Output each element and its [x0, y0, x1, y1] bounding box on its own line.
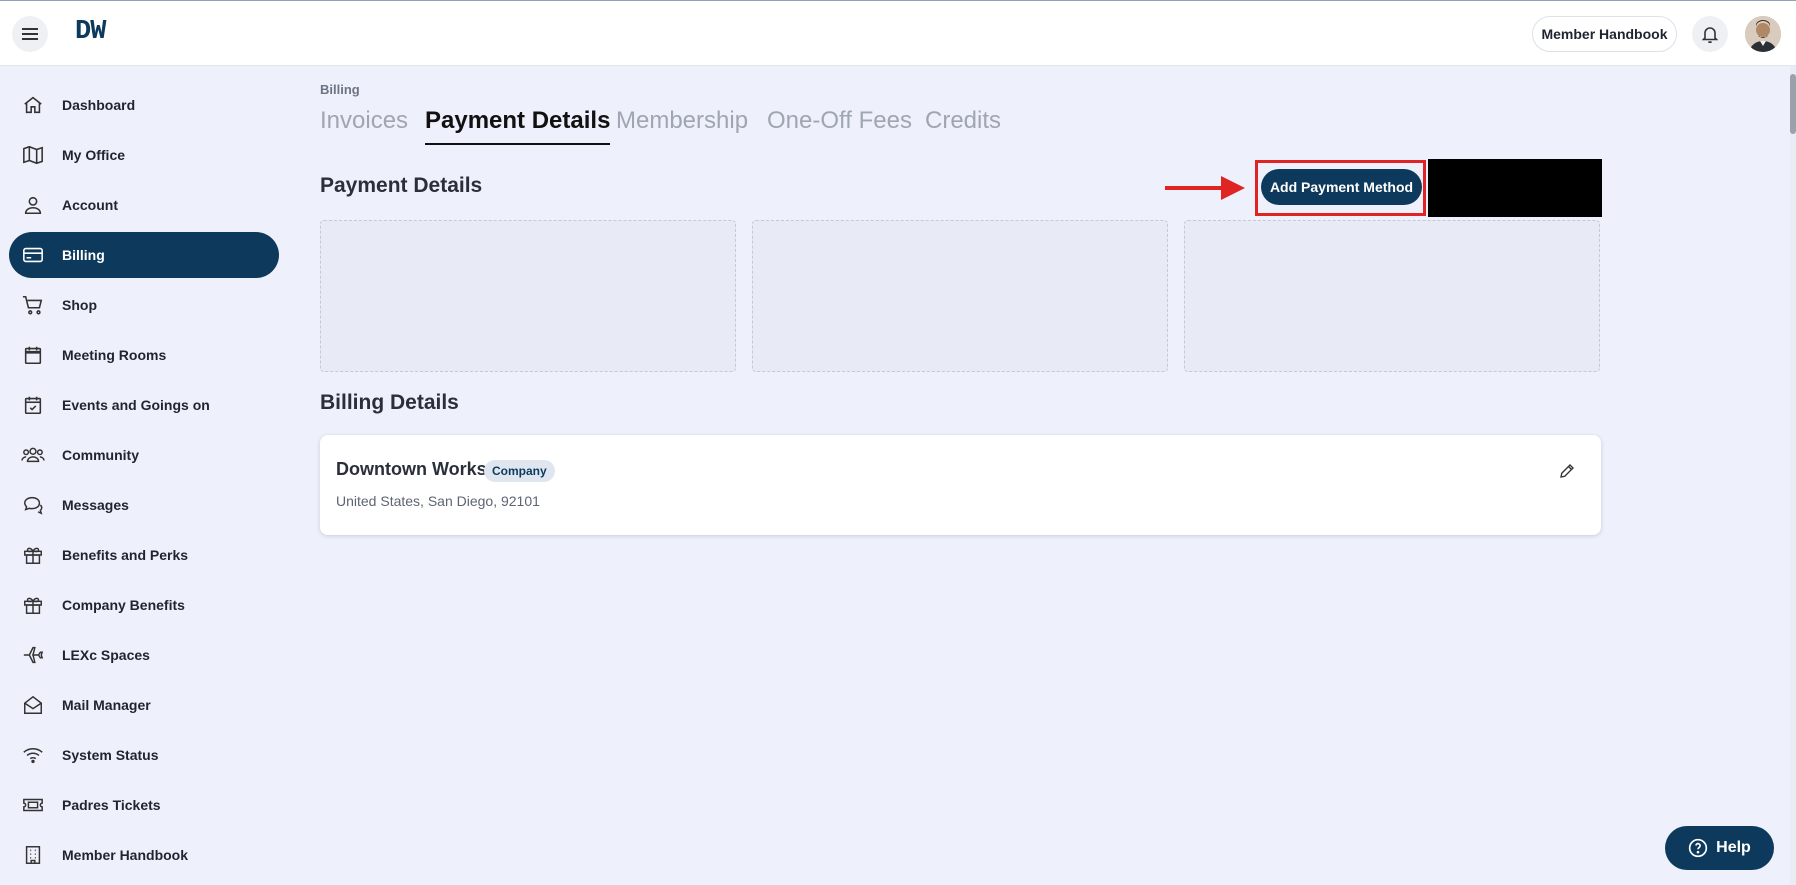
billing-details-card: Downtown Works Company United States, Sa… [320, 435, 1601, 535]
home-icon [21, 93, 45, 117]
gift-icon [21, 593, 45, 617]
page-scrollbar[interactable] [1790, 66, 1796, 885]
payment-method-placeholder [1184, 220, 1600, 372]
company-name: Downtown Works [336, 459, 487, 479]
sidebar-item-messages[interactable]: Messages [9, 482, 279, 528]
chat-icon [21, 493, 45, 517]
logo[interactable]: DW [75, 17, 106, 47]
sidebar-item-events[interactable]: Events and Goings on [9, 382, 279, 428]
tab-payment-details[interactable]: Payment Details [425, 105, 611, 145]
sidebar-item-label: Company Benefits [62, 597, 185, 613]
bell-icon [1702, 27, 1718, 43]
payment-method-placeholder [320, 220, 736, 372]
hamburger-menu-button[interactable] [12, 16, 48, 52]
sidebar-item-label: System Status [62, 747, 159, 763]
users-icon [21, 443, 45, 467]
plane-icon [21, 643, 45, 667]
payment-method-placeholder [752, 220, 1168, 372]
user-icon [21, 193, 45, 217]
ticket-icon [21, 793, 45, 817]
tab-membership[interactable]: Membership [616, 105, 748, 145]
add-payment-method-button[interactable]: Add Payment Method [1261, 169, 1422, 205]
breadcrumb[interactable]: Billing [320, 82, 360, 97]
sidebar-item-member-handbook[interactable]: Member Handbook [9, 832, 279, 878]
sidebar-item-company-benefits[interactable]: Company Benefits [9, 582, 279, 628]
sidebar: Dashboard My Office Account Billing Shop… [0, 66, 290, 885]
sidebar-item-system-status[interactable]: System Status [9, 732, 279, 778]
gift-icon [21, 543, 45, 567]
sidebar-item-label: Padres Tickets [62, 797, 161, 813]
user-avatar[interactable] [1745, 16, 1781, 52]
company-badge: Company [484, 460, 555, 482]
notifications-button[interactable] [1692, 16, 1728, 52]
sidebar-item-label: Mail Manager [62, 697, 151, 713]
sidebar-item-billing[interactable]: Billing [9, 232, 279, 278]
sidebar-item-label: Meeting Rooms [62, 347, 167, 363]
sidebar-item-label: My Office [62, 147, 126, 163]
redacted-area [1428, 159, 1602, 217]
billing-details-title: Billing Details [320, 391, 459, 414]
building-icon [21, 843, 45, 867]
sidebar-item-shop[interactable]: Shop [9, 282, 279, 328]
sidebar-item-account[interactable]: Account [9, 182, 279, 228]
mail-open-icon [21, 693, 45, 717]
sidebar-item-label: Messages [62, 497, 129, 513]
sidebar-item-meeting-rooms[interactable]: Meeting Rooms [9, 332, 279, 378]
sidebar-item-label: LEXc Spaces [62, 647, 150, 663]
billing-address: United States, San Diego, 92101 [336, 493, 540, 509]
credit-card-icon [21, 243, 45, 267]
sidebar-item-label: Billing [62, 247, 105, 263]
sidebar-item-label: Member Handbook [62, 847, 189, 863]
help-label: Help [1716, 839, 1751, 856]
tab-one-off-fees[interactable]: One-Off Fees [767, 105, 912, 145]
sidebar-item-my-office[interactable]: My Office [9, 132, 279, 178]
tab-invoices[interactable]: Invoices [320, 105, 408, 145]
sidebar-item-label: Account [62, 197, 118, 213]
sidebar-item-padres-tickets[interactable]: Padres Tickets [9, 782, 279, 828]
question-circle-icon [1688, 838, 1708, 858]
sidebar-item-community[interactable]: Community [9, 432, 279, 478]
tab-credits[interactable]: Credits [925, 105, 1001, 145]
annotation-arrow-icon [1165, 176, 1245, 200]
map-icon [21, 143, 45, 167]
sidebar-item-dashboard[interactable]: Dashboard [9, 82, 279, 128]
help-button[interactable]: Help [1665, 826, 1774, 870]
top-header: DW Member Handbook [0, 0, 1796, 66]
sidebar-item-label: Community [62, 447, 139, 463]
wifi-icon [21, 743, 45, 767]
sidebar-item-label: Events and Goings on [62, 397, 210, 413]
sidebar-item-label: Shop [62, 297, 97, 313]
cart-icon [21, 293, 45, 317]
sidebar-item-lexc-spaces[interactable]: LEXc Spaces [9, 632, 279, 678]
hamburger-icon [22, 28, 38, 40]
member-handbook-button[interactable]: Member Handbook [1532, 16, 1677, 52]
sidebar-item-label: Benefits and Perks [62, 547, 189, 563]
scrollbar-thumb[interactable] [1790, 74, 1796, 134]
calendar-check-icon [21, 393, 45, 417]
avatar-photo-icon [1745, 16, 1781, 52]
sidebar-item-benefits-and-perks[interactable]: Benefits and Perks [9, 532, 279, 578]
sidebar-item-label: Dashboard [62, 97, 136, 113]
sidebar-item-mail-manager[interactable]: Mail Manager [9, 682, 279, 728]
pencil-icon [1560, 464, 1574, 478]
calendar-icon [21, 343, 45, 367]
payment-details-title: Payment Details [320, 174, 483, 197]
edit-billing-button[interactable] [1553, 457, 1581, 485]
